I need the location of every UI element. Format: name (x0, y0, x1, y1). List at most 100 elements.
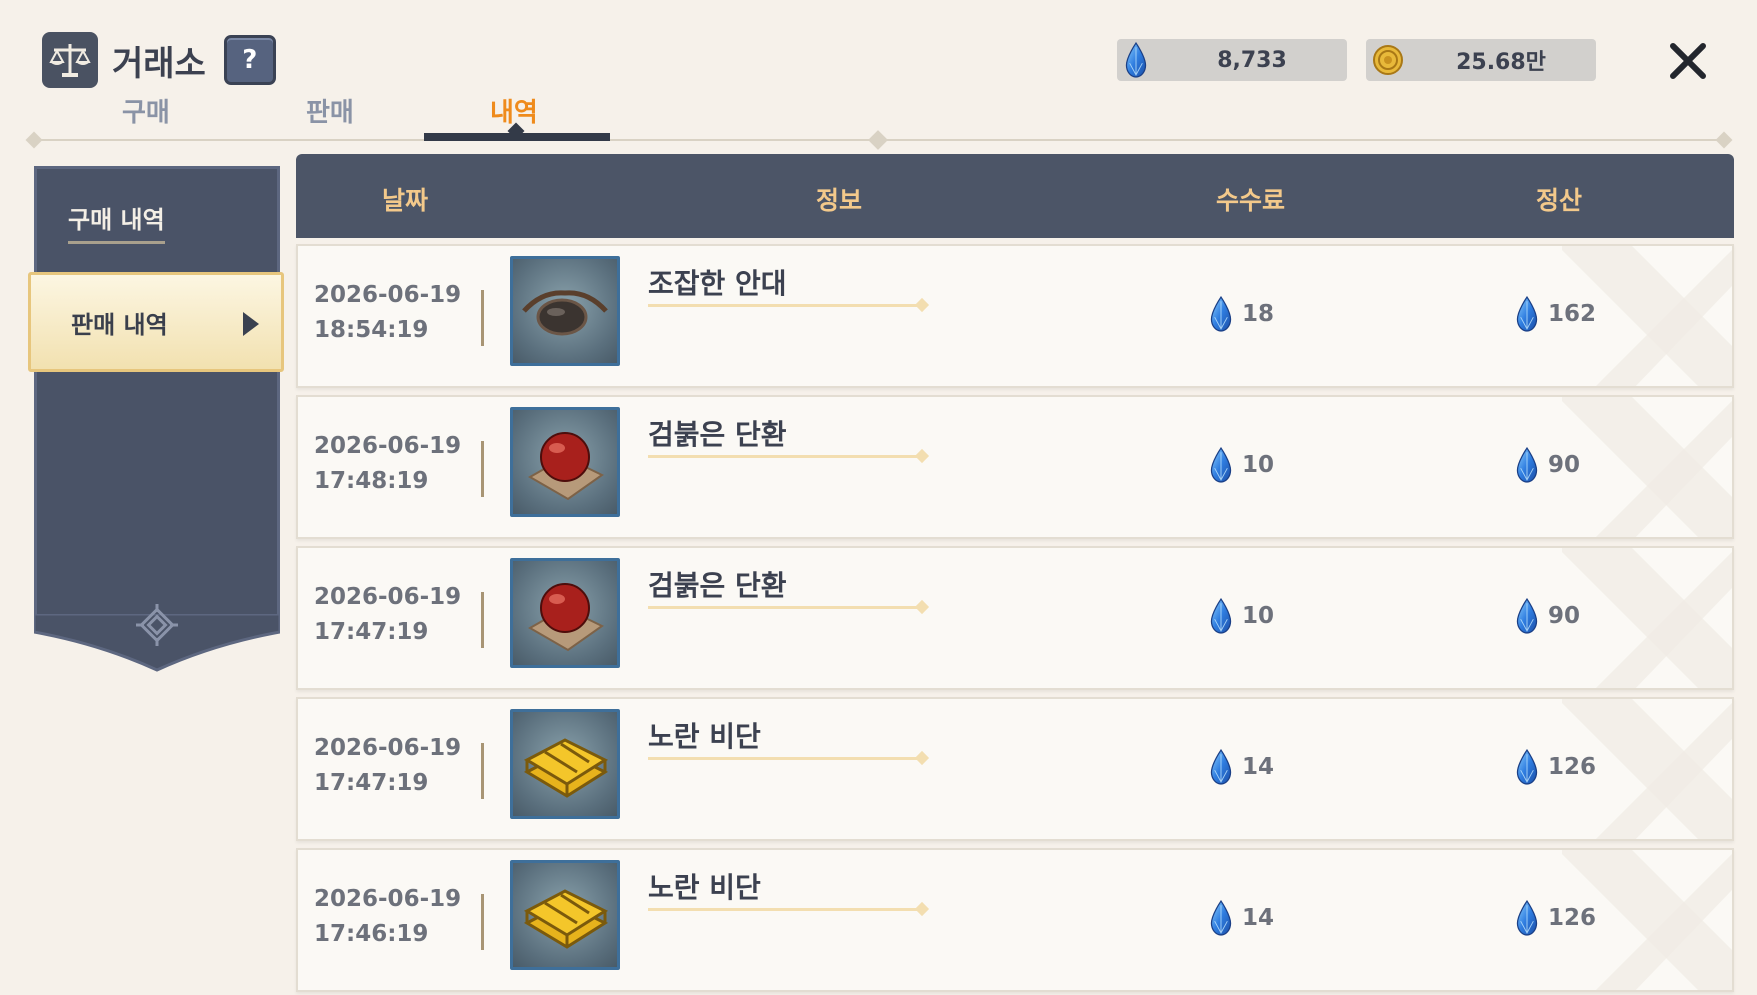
date-time: 2026-06-19 18:54:19 (314, 278, 461, 348)
column-header-date: 날짜 (382, 186, 429, 215)
item-name-underline (648, 606, 923, 609)
blue-gem-icon (1123, 42, 1149, 82)
settlement-amount: 126 (1548, 905, 1597, 931)
date-time: 2026-06-19 17:47:19 (314, 731, 461, 801)
yellow-silk-icon (523, 889, 609, 949)
item-thumbnail[interactable] (510, 709, 620, 819)
column-separator (481, 290, 484, 346)
settlement-value: 126 (1514, 749, 1596, 785)
fee-value: 14 (1208, 900, 1274, 936)
fee-value: 10 (1208, 447, 1274, 483)
title-bar: 거래소 ? (42, 32, 276, 88)
item-name-ornament (914, 599, 930, 615)
column-separator (481, 441, 484, 497)
red-pill-icon (527, 432, 604, 501)
close-button[interactable] (1665, 38, 1711, 84)
time-text: 17:47:19 (314, 619, 429, 645)
settlement-amount: 162 (1548, 301, 1597, 327)
divider-ornament (868, 130, 888, 150)
help-button[interactable]: ? (223, 35, 276, 85)
fee-amount: 10 (1242, 452, 1275, 478)
knot-ornament-icon (136, 604, 178, 646)
blue-gem-icon (1514, 900, 1540, 936)
column-separator (481, 894, 484, 950)
divider-ornament (25, 131, 43, 149)
date-text: 2026-06-19 (314, 886, 462, 912)
date-text: 2026-06-19 (314, 282, 462, 308)
fee-value: 14 (1208, 749, 1274, 785)
gold-coin-icon (1372, 44, 1404, 80)
date-text: 2026-06-19 (314, 433, 462, 459)
date-time: 2026-06-19 17:48:19 (314, 429, 461, 499)
item-name: 조잡한 안대 (648, 267, 787, 300)
settlement-value: 162 (1514, 296, 1596, 332)
time-text: 17:46:19 (314, 921, 429, 947)
time-text: 17:48:19 (314, 468, 429, 494)
item-name: 검붉은 단환 (648, 418, 787, 451)
column-header-settlement: 정산 (1536, 186, 1583, 215)
table-header: 날짜 정보 수수료 정산 (296, 154, 1734, 238)
table-row[interactable]: 2026-06-19 17:46:19 노란 비단 14 126 (296, 848, 1734, 992)
table-row[interactable]: 2026-06-19 17:48:19 검붉은 단환 10 90 (296, 395, 1734, 539)
blue-gem-icon (1514, 598, 1540, 634)
item-name-underline (648, 757, 923, 760)
date-text: 2026-06-19 (314, 735, 462, 761)
settlement-value: 90 (1514, 447, 1580, 483)
item-name-ornament (914, 448, 930, 464)
item-name-underline (648, 455, 923, 458)
tab-buy[interactable]: 구매 (122, 92, 170, 129)
divider-ornament (1715, 131, 1733, 149)
table-row[interactable]: 2026-06-19 18:54:19 조잡한 안대 18 162 (296, 244, 1734, 388)
blue-gem-icon (1514, 749, 1540, 785)
gem-currency-display: 8,733 (1117, 39, 1347, 81)
item-name: 노란 비단 (648, 871, 761, 904)
sidebar-item-sales-history[interactable]: 판매 내역 (28, 272, 284, 372)
fee-value: 10 (1208, 598, 1274, 634)
table-row[interactable]: 2026-06-19 17:47:19 검붉은 단환 10 90 (296, 546, 1734, 690)
eyepatch-icon (522, 290, 608, 336)
column-header-fee: 수수료 (1216, 186, 1286, 215)
sidebar-item-purchase-history[interactable]: 구매 내역 (68, 200, 165, 244)
fee-value: 18 (1208, 296, 1274, 332)
item-name-ornament (914, 750, 930, 766)
scales-icon (42, 32, 98, 88)
item-thumbnail[interactable] (510, 860, 620, 970)
blue-gem-icon (1514, 296, 1540, 332)
date-time: 2026-06-19 17:47:19 (314, 580, 461, 650)
blue-gem-icon (1208, 447, 1234, 483)
yellow-silk-icon (523, 738, 609, 798)
fee-amount: 18 (1242, 301, 1275, 327)
time-text: 18:54:19 (314, 317, 429, 343)
fee-amount: 10 (1242, 603, 1275, 629)
item-thumbnail[interactable] (510, 558, 620, 668)
time-text: 17:47:19 (314, 770, 429, 796)
fee-amount: 14 (1242, 905, 1275, 931)
close-icon (1670, 43, 1706, 79)
date-time: 2026-06-19 17:46:19 (314, 882, 461, 952)
item-name-underline (648, 908, 923, 911)
column-header-info: 정보 (816, 186, 863, 215)
settlement-amount: 90 (1548, 452, 1581, 478)
item-name: 검붉은 단환 (648, 569, 787, 602)
gem-balance: 8,733 (1217, 47, 1287, 73)
item-thumbnail[interactable] (510, 407, 620, 517)
sidebar-item-label: 판매 내역 (71, 310, 168, 339)
blue-gem-icon (1208, 296, 1234, 332)
play-arrow-icon (243, 312, 259, 336)
item-thumbnail[interactable] (510, 256, 620, 366)
item-name-ornament (914, 297, 930, 313)
settlement-amount: 90 (1548, 603, 1581, 629)
settlement-value: 90 (1514, 598, 1580, 634)
item-name-ornament (914, 901, 930, 917)
blue-gem-icon (1208, 598, 1234, 634)
table-row[interactable]: 2026-06-19 17:47:19 노란 비단 14 126 (296, 697, 1734, 841)
item-name: 노란 비단 (648, 720, 761, 753)
item-name-underline (648, 304, 923, 307)
column-separator (481, 592, 484, 648)
tab-sell[interactable]: 판매 (306, 92, 354, 129)
settlement-value: 126 (1514, 900, 1596, 936)
gold-currency-display: 25.68만 (1366, 39, 1596, 81)
blue-gem-icon (1208, 900, 1234, 936)
fee-amount: 14 (1242, 754, 1275, 780)
page-title: 거래소 (112, 43, 206, 84)
